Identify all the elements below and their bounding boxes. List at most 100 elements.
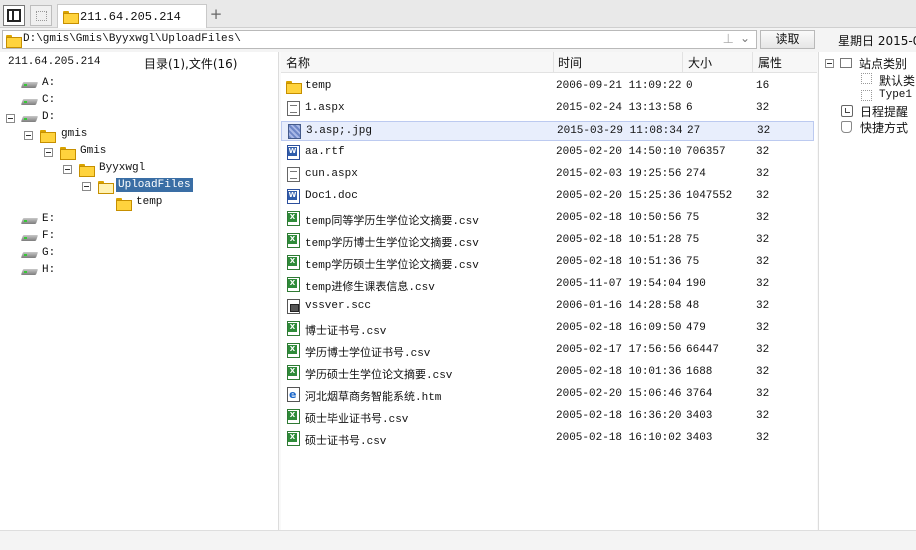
file-time: 2005-11-07 19:54:04	[556, 278, 682, 290]
file-size: 75	[686, 234, 700, 246]
drive-icon	[22, 250, 38, 259]
file-size: 1688	[686, 366, 713, 378]
file-size: 190	[686, 278, 706, 290]
file-row[interactable]: temp 2006-09-21 11:09:22 0 16	[281, 77, 814, 97]
file-row[interactable]: 3.asp;.jpg 2015-03-29 11:08:34 27 32	[281, 121, 814, 141]
collapse-icon[interactable]	[6, 114, 15, 123]
file-attr: 32	[756, 190, 770, 202]
panel-toggle-button[interactable]	[3, 5, 25, 26]
file-time: 2015-03-29 11:08:34	[557, 125, 683, 137]
file-name: cun.aspx	[305, 168, 358, 180]
file-attr: 32	[757, 125, 771, 137]
tree-label: G:	[42, 247, 56, 259]
file-row[interactable]: temp进修生课表信息.csv 2005-11-07 19:54:04 190 32	[281, 275, 814, 295]
file-time: 2005-02-18 10:51:28	[556, 234, 682, 246]
drive-icon	[22, 216, 38, 225]
shortcuts-label: 快捷方式	[860, 121, 909, 135]
column-header-size[interactable]: 大小	[688, 54, 712, 71]
category-label: 站点类别	[859, 57, 908, 71]
file-row[interactable]: temp学历硕士生学位论文摘要.csv 2005-02-18 10:51:36 75…	[281, 253, 814, 273]
excel-file-icon	[287, 343, 300, 358]
word-file-icon	[287, 145, 300, 160]
file-list-pane: 名称 时间 大小 属性 temp 2006-09-21 11:09:22 0 16 1.…	[281, 52, 817, 530]
read-button[interactable]: 读取	[760, 30, 815, 49]
category-label: 默认类	[879, 74, 916, 88]
collapse-icon[interactable]	[63, 165, 72, 174]
file-name: Doc1.doc	[305, 190, 358, 202]
file-time: 2006-09-21 11:09:22	[556, 80, 682, 92]
file-attr: 32	[756, 212, 770, 224]
column-divider[interactable]	[553, 52, 554, 73]
file-row[interactable]: temp同等学历生学位论文摘要.csv 2005-02-18 10:50:56 75…	[281, 209, 814, 229]
status-bar	[0, 530, 916, 550]
file-attr: 32	[756, 300, 770, 312]
file-time: 2005-02-18 10:50:56	[556, 212, 682, 224]
file-name: 硕士证书号.csv	[305, 436, 387, 448]
blank-tab-button[interactable]	[30, 5, 52, 26]
excel-file-icon	[287, 321, 300, 336]
excel-file-icon	[287, 409, 300, 424]
column-divider[interactable]	[752, 52, 753, 73]
collapse-icon[interactable]	[825, 59, 834, 68]
file-row[interactable]: 学历博士学位证书号.csv 2005-02-17 17:56:56 66447 32	[281, 341, 814, 361]
file-time: 2005-02-17 17:56:56	[556, 344, 682, 356]
collapse-icon[interactable]	[44, 148, 53, 157]
add-tab-button[interactable]: +	[209, 6, 223, 22]
file-name: vssver.scc	[305, 300, 372, 312]
blank-page-icon	[36, 11, 47, 21]
open-folder-icon	[98, 181, 114, 194]
folder-icon	[286, 81, 302, 94]
folder-icon	[40, 130, 56, 143]
file-row[interactable]: cun.aspx 2015-02-03 19:25:56 274 32	[281, 165, 814, 185]
category-label: Type1	[879, 89, 913, 101]
file-size: 75	[686, 212, 700, 224]
collapse-icon[interactable]	[82, 182, 91, 191]
column-header-attr[interactable]: 属性	[758, 54, 782, 71]
file-row[interactable]: Doc1.doc 2005-02-20 15:25:36 1047552 32	[281, 187, 814, 207]
tab-site[interactable]: 211.64.205.214	[57, 4, 207, 28]
system-file-icon	[287, 299, 300, 314]
pin-icon[interactable]: ⊥	[723, 32, 734, 47]
text-file-icon	[287, 167, 300, 182]
file-name: aa.rtf	[305, 146, 345, 158]
file-row[interactable]: aa.rtf 2005-02-20 14:50:10 706357 32	[281, 143, 814, 163]
file-size: 0	[686, 80, 693, 92]
file-row[interactable]: 1.aspx 2015-02-24 13:13:58 6 32	[281, 99, 814, 119]
chevron-down-icon[interactable]: ⌄	[740, 31, 750, 45]
file-time: 2005-02-20 15:06:46	[556, 388, 682, 400]
file-row[interactable]: 硕士毕业证书号.csv 2005-02-18 16:36:20 3403 32	[281, 407, 814, 427]
file-row[interactable]: 学历硕士生学位论文摘要.csv 2005-02-18 10:01:36 1688 32	[281, 363, 814, 383]
blank-item-icon	[861, 73, 872, 84]
tree-label: temp	[136, 196, 163, 208]
tab-label: 211.64.205.214	[80, 10, 181, 24]
column-header-time[interactable]: 时间	[558, 54, 582, 71]
file-attr: 32	[756, 410, 770, 422]
file-row[interactable]: temp学历博士生学位论文摘要.csv 2005-02-18 10:51:28 75…	[281, 231, 814, 251]
file-attr: 32	[756, 146, 770, 158]
collapse-icon[interactable]	[24, 131, 33, 140]
file-row[interactable]: 博士证书号.csv 2005-02-18 16:09:50 479 32	[281, 319, 814, 339]
file-attr: 32	[756, 256, 770, 268]
file-name: temp同等学历生学位论文摘要.csv	[305, 216, 479, 228]
folder-icon	[79, 164, 95, 177]
column-divider[interactable]	[682, 52, 683, 73]
file-attr: 32	[756, 168, 770, 180]
file-row[interactable]: 河北烟草商务智能系统.htm 2005-02-20 15:06:46 3764 32	[281, 385, 814, 405]
file-size: 1047552	[686, 190, 733, 202]
tree-label: H:	[42, 264, 56, 276]
file-attr: 16	[756, 80, 770, 92]
path-input[interactable]: D:\gmis\Gmis\Byyxwgl\UploadFiles\ ⊥ ⌄	[2, 30, 757, 49]
directory-summary: 目录(1),文件(16)	[144, 57, 238, 71]
file-row[interactable]: 硕士证书号.csv 2005-02-18 16:10:02 3403 32	[281, 429, 814, 449]
column-header-name[interactable]: 名称	[286, 54, 310, 71]
file-time: 2006-01-16 14:28:58	[556, 300, 682, 312]
excel-file-icon	[287, 255, 300, 270]
folder-icon	[60, 147, 76, 160]
folder-icon	[6, 35, 22, 48]
file-time: 2005-02-18 16:09:50	[556, 322, 682, 334]
file-name: temp进修生课表信息.csv	[305, 282, 435, 294]
image-file-icon	[288, 124, 301, 139]
file-row[interactable]: vssver.scc 2006-01-16 14:28:58 48 32	[281, 297, 814, 317]
file-name: 学历博士学位证书号.csv	[305, 348, 431, 360]
tree-label: C:	[42, 94, 56, 106]
